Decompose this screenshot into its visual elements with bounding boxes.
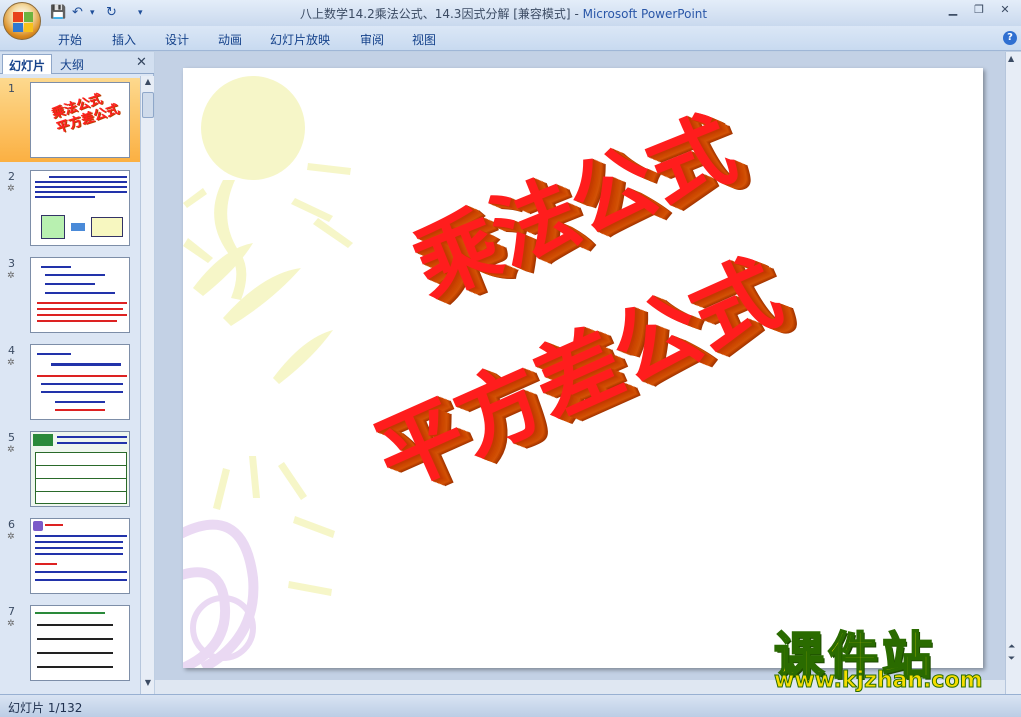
slide-editing-area: 乘法公式 平方差公式 ▲ ⏶ ⏷: [155, 52, 1021, 694]
animation-star-icon: ✲: [7, 619, 15, 629]
thumbnail-image: [30, 344, 130, 420]
animation-star-icon: ✲: [7, 184, 15, 194]
tab-review[interactable]: 审阅: [360, 31, 384, 48]
thumbnail-image: [30, 170, 130, 246]
tab-home[interactable]: 开始: [58, 31, 82, 48]
thumbnail-number: 3: [8, 257, 15, 270]
animation-star-icon: ✲: [7, 271, 15, 281]
animation-star-icon: ✲: [7, 358, 15, 368]
thumbnail-image: [30, 257, 130, 333]
thumbnail-number: 7: [8, 605, 15, 618]
thumbnail-7[interactable]: 7 ✲: [0, 601, 140, 685]
title-separator: -: [570, 7, 583, 21]
tab-animation[interactable]: 动画: [218, 31, 242, 48]
redo-icon[interactable]: ↻: [106, 4, 117, 22]
status-bar: 幻灯片 1/132: [0, 694, 1021, 717]
pane-close-icon[interactable]: ✕: [136, 55, 147, 70]
thumbnail-title: 乘法公式 平方差公式: [50, 88, 121, 137]
swirl-decoration: [183, 519, 259, 668]
thumbnail-2[interactable]: 2 ✲: [0, 166, 140, 250]
thumbnail-number: 6: [8, 518, 15, 531]
thumbnail-1[interactable]: 1 乘法公式 平方差公式: [0, 78, 140, 162]
slides-pane: 幻灯片 大纲 ✕ 1 乘法公式 平方差公式 2 ✲ 3 ✲ 4 ✲ 5 ✲ 6 …: [0, 52, 154, 694]
close-icon[interactable]: ✕: [994, 2, 1016, 18]
undo-icon[interactable]: ↶: [72, 4, 83, 22]
thumbnail-image: [30, 518, 130, 594]
save-icon[interactable]: 💾: [50, 4, 66, 22]
thumbnail-image: [30, 605, 130, 681]
animation-star-icon: ✲: [7, 532, 15, 542]
sun-decoration: [183, 76, 353, 384]
previous-slide-icon[interactable]: ⏶: [1008, 642, 1015, 652]
current-slide[interactable]: 乘法公式 平方差公式: [183, 68, 983, 668]
thumbnail-3[interactable]: 3 ✲: [0, 253, 140, 337]
office-button[interactable]: [3, 2, 41, 40]
thumbnail-6[interactable]: 6 ✲: [0, 514, 140, 598]
thumbnail-scrollbar[interactable]: ▲ ▼: [140, 76, 154, 694]
tab-slides[interactable]: 幻灯片: [2, 54, 53, 74]
thumbnail-image: [30, 431, 130, 507]
scroll-up-icon[interactable]: ▲: [142, 77, 154, 91]
tab-design[interactable]: 设计: [165, 31, 189, 48]
slide-counter: 幻灯片 1/132: [8, 701, 83, 715]
tab-view[interactable]: 视图: [412, 31, 436, 48]
scroll-up-icon[interactable]: ▲: [1008, 54, 1014, 63]
thumbnail-number: 2: [8, 170, 15, 183]
pane-tabs: 幻灯片 大纲 ✕: [0, 52, 154, 74]
animation-star-icon: ✲: [7, 445, 15, 455]
thumbnail-number: 5: [8, 431, 15, 444]
tab-outline[interactable]: 大纲: [54, 54, 90, 74]
undo-dropdown-icon[interactable]: ▾: [90, 4, 95, 22]
thumbnail-number: 4: [8, 344, 15, 357]
scroll-down-icon[interactable]: ▼: [142, 678, 154, 692]
slide-scrollbar[interactable]: ▲ ⏶ ⏷: [1005, 52, 1021, 694]
tab-insert[interactable]: 插入: [112, 31, 136, 48]
thumbnail-number: 1: [8, 82, 15, 95]
title-bar: 💾 ↶ ▾ ↻ ▾ 八上数学14.2乘法公式、14.3因式分解 [兼容模式] -…: [0, 0, 1021, 40]
customize-quick-access-icon[interactable]: ▾: [138, 4, 143, 22]
tab-slideshow[interactable]: 幻灯片放映: [270, 31, 330, 48]
watermark-logo: 课件站 www.kjzhan.com: [768, 616, 1008, 696]
window-title: 八上数学14.2乘法公式、14.3因式分解 [兼容模式] - Microsoft…: [300, 5, 707, 22]
watermark-url: www.kjzhan.com: [774, 668, 984, 694]
restore-icon[interactable]: ❐: [968, 2, 990, 18]
scroll-thumb[interactable]: [142, 92, 154, 118]
thumbnail-4[interactable]: 4 ✲: [0, 340, 140, 424]
office-logo-icon: [13, 12, 33, 32]
ribbon-tab-strip: 开始 插入 设计 动画 幻灯片放映 审阅 视图 ?: [0, 26, 1021, 51]
thumbnail-list: 1 乘法公式 平方差公式 2 ✲ 3 ✲ 4 ✲ 5 ✲ 6 ✲ 7 ✲: [0, 76, 140, 694]
app-name: Microsoft PowerPoint: [582, 7, 708, 21]
next-slide-icon[interactable]: ⏷: [1008, 654, 1015, 664]
help-icon[interactable]: ?: [1003, 31, 1017, 45]
document-title: 八上数学14.2乘法公式、14.3因式分解 [兼容模式]: [300, 7, 571, 21]
minimize-icon[interactable]: ▁: [942, 2, 964, 18]
thumbnail-image: 乘法公式 平方差公式: [30, 82, 130, 158]
thumbnail-5[interactable]: 5 ✲: [0, 427, 140, 511]
